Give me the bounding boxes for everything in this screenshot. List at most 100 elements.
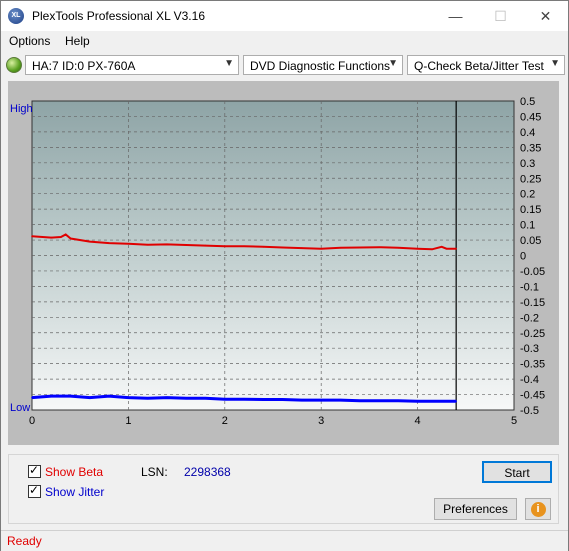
beta-jitter-chart: 0 1 2 3 4 5 0.5 0.45 0.4 0.35 0.3 0.25 0.2 0.15 0.1 0.… xyxy=(10,96,545,427)
beta-point xyxy=(243,245,245,248)
beta-point xyxy=(397,246,400,249)
beta-point xyxy=(431,248,433,251)
function-select-value: DVD Diagnostic Functions xyxy=(250,59,391,73)
jitter-point xyxy=(146,397,149,400)
y-tick-label: -0.1 xyxy=(520,281,539,293)
beta-point xyxy=(60,236,62,238)
y-tick-label: -0.3 xyxy=(520,343,539,355)
beta-point xyxy=(301,247,303,249)
beta-point xyxy=(146,243,149,246)
jitter-point xyxy=(127,396,130,399)
jitter-point xyxy=(204,397,207,400)
beta-point xyxy=(224,245,226,248)
beta-point xyxy=(358,246,361,249)
title-bar: XL PlexTools Professional XL V3.16 — ☐ ✕ xyxy=(1,1,568,31)
beta-point xyxy=(455,247,457,250)
jitter-point xyxy=(301,399,303,401)
x-tick-label: 1 xyxy=(125,415,131,427)
close-icon[interactable]: ✕ xyxy=(523,1,568,31)
x-tick-label: 2 xyxy=(222,415,228,427)
lsn-value: 2298368 xyxy=(184,465,231,479)
y-tick-label: -0.5 xyxy=(520,405,539,417)
beta-point xyxy=(108,242,110,244)
drive-status-icon xyxy=(6,57,22,73)
info-icon: i xyxy=(530,502,546,517)
jitter-point xyxy=(108,395,110,397)
window-title: PlexTools Professional XL V3.16 xyxy=(32,9,205,23)
y-tick-label: -0.2 xyxy=(520,312,539,324)
jitter-point xyxy=(243,398,245,400)
x-tick-label: 5 xyxy=(511,415,517,427)
beta-point xyxy=(166,243,168,246)
y-tick-label: 0.4 xyxy=(520,127,535,139)
jitter-point xyxy=(89,396,91,399)
y-tick-label: 0.25 xyxy=(520,173,541,185)
controls-area: Show Beta Show Jitter LSN: 2298368 Start… xyxy=(8,454,559,524)
menu-bar: Options Help xyxy=(1,32,568,52)
jitter-point xyxy=(339,399,342,401)
chevron-down-icon: ▼ xyxy=(224,58,234,69)
test-select[interactable]: Q-Check Beta/Jitter Test ▼ xyxy=(407,55,565,75)
y-tick-label: -0.35 xyxy=(520,359,545,371)
menu-help[interactable]: Help xyxy=(65,34,90,48)
beta-point xyxy=(440,246,443,248)
app-icon: XL xyxy=(8,8,24,24)
low-label: Low xyxy=(10,402,30,414)
preferences-button[interactable]: Preferences xyxy=(434,498,517,520)
show-beta-checkbox[interactable] xyxy=(28,463,41,478)
beta-point xyxy=(339,246,342,249)
jitter-point xyxy=(281,398,284,401)
beta-point xyxy=(50,236,53,239)
jitter-point xyxy=(185,397,188,400)
function-select[interactable]: DVD Diagnostic Functions ▼ xyxy=(243,55,403,75)
jitter-point xyxy=(455,400,457,403)
chart-panel: 0 1 2 3 4 5 0.5 0.45 0.4 0.35 0.3 0.25 0.2 0.15 0.1 0.… xyxy=(8,81,559,445)
start-button[interactable]: Start xyxy=(482,461,552,483)
y-tick-label: 0.05 xyxy=(520,235,541,247)
jitter-point xyxy=(69,395,72,397)
y-tick-label: 0.1 xyxy=(520,220,535,232)
show-jitter-label[interactable]: Show Jitter xyxy=(45,485,104,499)
beta-point xyxy=(64,233,67,236)
jitter-point xyxy=(224,398,226,400)
menu-options[interactable]: Options xyxy=(9,34,50,48)
jitter-point xyxy=(358,399,361,402)
x-tick-label: 3 xyxy=(318,415,324,427)
show-jitter-checkbox[interactable] xyxy=(28,483,41,498)
beta-point xyxy=(89,240,91,243)
menu-options-label: Options xyxy=(9,34,51,48)
beta-point xyxy=(281,246,284,249)
test-select-value: Q-Check Beta/Jitter Test xyxy=(414,59,544,73)
beta-point xyxy=(185,244,188,246)
y-tick-label: 0.3 xyxy=(520,158,535,170)
jitter-point xyxy=(50,395,53,397)
drive-select[interactable]: HA:7 ID:0 PX-760A ▼ xyxy=(25,55,239,75)
chevron-down-icon: ▼ xyxy=(388,58,398,69)
jitter-point xyxy=(397,399,400,402)
maximize-icon[interactable]: ☐ xyxy=(478,1,523,31)
beta-point xyxy=(262,246,265,248)
y-tick-label: 0.35 xyxy=(520,142,541,154)
x-tick-label: 4 xyxy=(415,415,421,427)
jitter-point xyxy=(320,399,323,401)
minimize-icon[interactable]: — xyxy=(433,1,478,31)
beta-point xyxy=(127,242,130,245)
info-button[interactable]: i xyxy=(525,498,551,520)
jitter-point xyxy=(416,400,419,403)
y-tick-label: -0.15 xyxy=(520,297,545,309)
y-tick-label: 0 xyxy=(520,251,526,263)
y-tick-label: -0.25 xyxy=(520,328,545,340)
lsn-label: LSN: xyxy=(141,465,168,479)
jitter-point xyxy=(31,396,33,399)
menu-help-label: Help xyxy=(65,34,90,48)
high-label: High xyxy=(10,103,33,115)
drive-select-value: HA:7 ID:0 PX-760A xyxy=(32,59,136,73)
y-tick-label: -0.4 xyxy=(520,374,539,386)
beta-point xyxy=(31,235,33,238)
jitter-point xyxy=(262,398,265,401)
show-beta-label[interactable]: Show Beta xyxy=(45,465,103,479)
x-tick-label: 0 xyxy=(29,415,35,427)
beta-point xyxy=(320,247,323,250)
main-window: XL PlexTools Professional XL V3.16 — ☐ ✕… xyxy=(0,0,569,551)
y-tick-label: 0.45 xyxy=(520,111,541,123)
